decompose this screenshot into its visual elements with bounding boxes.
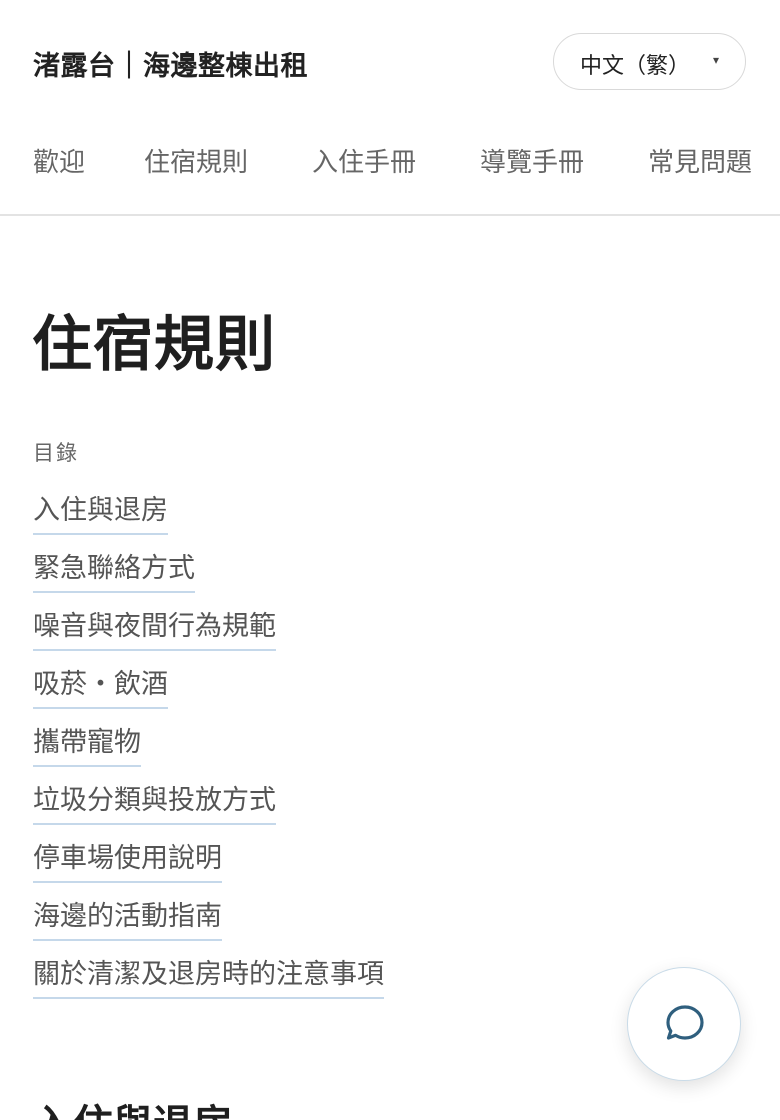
toc-link-garbage[interactable]: 垃圾分類與投放方式 — [33, 782, 276, 825]
toc-item: 停車場使用說明 — [33, 840, 384, 898]
toc-link-emergency-contact[interactable]: 緊急聯絡方式 — [33, 550, 195, 593]
language-select[interactable]: 中文（繁） ▾ — [553, 33, 746, 90]
toc-link-check-in-out[interactable]: 入住與退房 — [33, 492, 168, 535]
toc-link-beach-activities[interactable]: 海邊的活動指南 — [33, 898, 222, 941]
nav-item-welcome[interactable]: 歡迎 — [33, 142, 85, 179]
toc-link-noise-rules[interactable]: 噪音與夜間行為規範 — [33, 608, 276, 651]
nav-item-faq[interactable]: 常見問題 — [648, 142, 752, 179]
chevron-down-icon: ▾ — [712, 53, 719, 67]
toc-item: 攜帶寵物 — [33, 724, 384, 782]
nav-item-check-in-guide[interactable]: 入住手冊 — [312, 142, 416, 179]
toc-link-cleaning-checkout[interactable]: 關於清潔及退房時的注意事項 — [33, 956, 384, 999]
nav-item-house-rules[interactable]: 住宿規則 — [144, 142, 248, 179]
toc-heading: 目錄 — [33, 441, 79, 465]
toc-item: 海邊的活動指南 — [33, 898, 384, 956]
toc-link-smoking-drinking[interactable]: 吸菸・飲酒 — [33, 666, 168, 709]
toc-item: 關於清潔及退房時的注意事項 — [33, 956, 384, 1014]
toc-item: 入住與退房 — [33, 492, 384, 550]
page: 渚露台｜海邊整棟出租 中文（繁） ▾ 歡迎 住宿規則 入住手冊 導覽手冊 常見問… — [0, 0, 780, 1120]
toc-link-parking[interactable]: 停車場使用說明 — [33, 840, 222, 883]
site-header: 渚露台｜海邊整棟出租 中文（繁） ▾ — [0, 0, 780, 124]
toc-link-pets[interactable]: 攜帶寵物 — [33, 724, 141, 767]
toc-item: 吸菸・飲酒 — [33, 666, 384, 724]
toc-item: 緊急聯絡方式 — [33, 550, 384, 608]
table-of-contents: 入住與退房 緊急聯絡方式 噪音與夜間行為規範 吸菸・飲酒 攜帶寵物 垃圾分類與投… — [33, 492, 384, 1014]
nav-item-area-guide[interactable]: 導覽手冊 — [480, 142, 584, 179]
chat-button[interactable] — [627, 967, 741, 1081]
main-nav: 歡迎 住宿規則 入住手冊 導覽手冊 常見問題 — [0, 124, 780, 216]
site-title[interactable]: 渚露台｜海邊整棟出租 — [33, 44, 308, 83]
page-title: 住宿規則 — [32, 310, 276, 380]
language-select-value: 中文（繁） — [580, 54, 691, 79]
section-heading-check-in-out: 入住與退房 — [33, 1092, 233, 1120]
chat-bubble-icon — [666, 1005, 704, 1040]
toc-item: 噪音與夜間行為規範 — [33, 608, 384, 666]
toc-item: 垃圾分類與投放方式 — [33, 782, 384, 840]
